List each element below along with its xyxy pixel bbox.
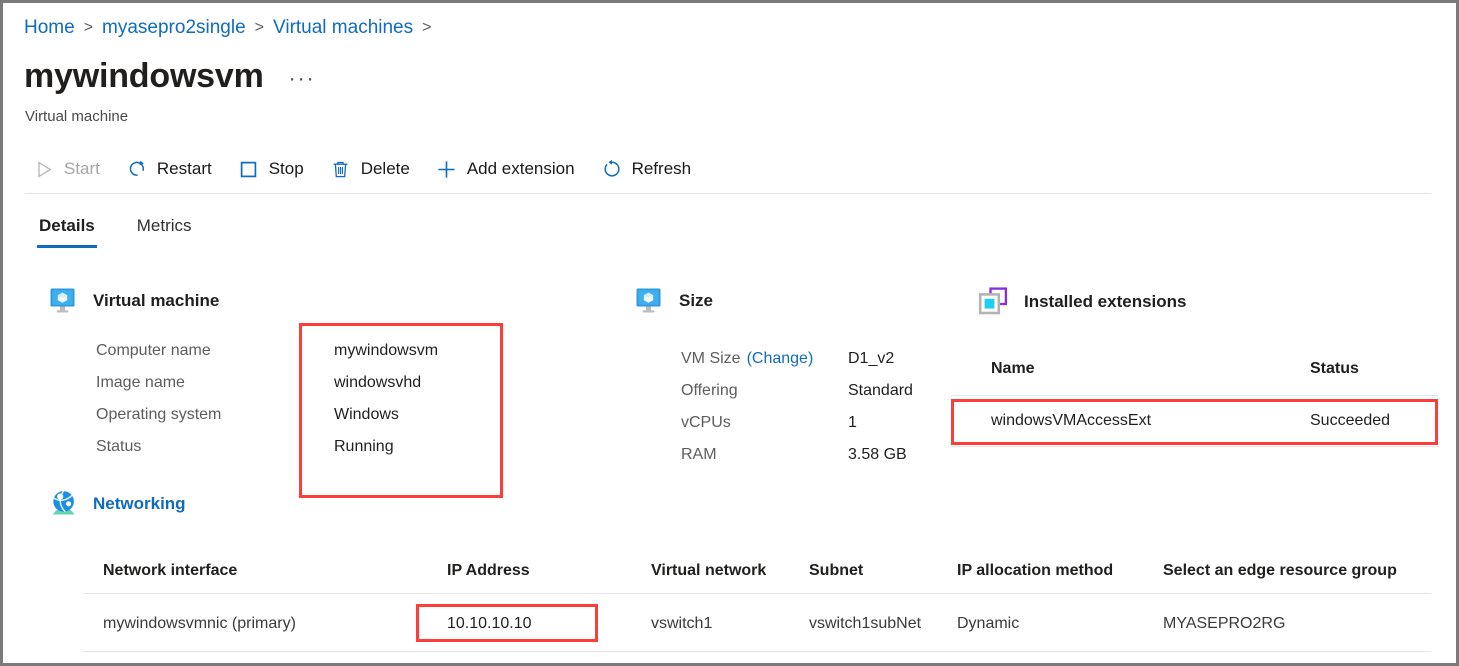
vm-monitor-icon [49, 287, 79, 315]
restart-button[interactable]: Restart [126, 152, 212, 186]
trash-icon [330, 158, 352, 180]
add-extension-button-label: Add extension [467, 159, 575, 179]
extensions-row-divider [951, 446, 1439, 447]
vm-value-status: Running [334, 431, 394, 463]
refresh-button-label: Refresh [632, 159, 692, 179]
vm-monitor-icon [635, 287, 665, 315]
section-size-header: Size [635, 287, 713, 315]
vm-property-keys: Computer name Image name Operating syste… [96, 335, 221, 463]
networking-row-ip-allocation-method: Dynamic [957, 613, 1019, 635]
vm-property-values: mywindowsvm windowsvhd Windows Running [334, 335, 438, 463]
networking-column-network-interface: Network interface [103, 560, 237, 582]
extension-icon [978, 287, 1010, 317]
stop-icon [238, 158, 260, 180]
page-title: mywindowsvm [24, 55, 264, 97]
networking-column-ip-address: IP Address [447, 560, 530, 582]
delete-button[interactable]: Delete [330, 152, 410, 186]
breadcrumb-separator-icon: > [255, 17, 264, 39]
stop-button-label: Stop [269, 159, 304, 179]
section-networking-header: Networking [49, 489, 186, 519]
vm-key-computer-name: Computer name [96, 335, 211, 367]
size-value-vcpus: 1 [848, 407, 857, 439]
refresh-button[interactable]: Refresh [601, 152, 692, 186]
networking-row-divider [83, 651, 1431, 652]
section-virtual-machine-header: Virtual machine [49, 287, 219, 315]
extensions-column-status: Status [1310, 358, 1359, 380]
vm-details-page: Home > myasepro2single > Virtual machine… [0, 0, 1459, 666]
section-extensions-header: Installed extensions [978, 287, 1187, 317]
refresh-icon [601, 158, 623, 180]
extensions-row-status: Succeeded [1310, 410, 1390, 432]
plus-icon [436, 158, 458, 180]
section-virtual-machine-title: Virtual machine [93, 290, 219, 312]
networking-row-virtual-network: vswitch1 [651, 613, 712, 635]
breadcrumb-item-myasepro2single[interactable]: myasepro2single [102, 17, 246, 39]
networking-column-edge-resource-group: Select an edge resource group [1163, 560, 1397, 582]
section-extensions-title: Installed extensions [1024, 291, 1187, 313]
size-key-offering: Offering [681, 375, 738, 407]
vm-key-image-name: Image name [96, 367, 185, 399]
networking-row-edge-resource-group: MYASEPRO2RG [1163, 613, 1285, 635]
tab-details[interactable]: Details [37, 211, 97, 248]
vm-value-computer-name: mywindowsvm [334, 335, 438, 367]
breadcrumb-item-home[interactable]: Home [24, 17, 75, 39]
delete-button-label: Delete [361, 159, 410, 179]
vm-value-operating-system: Windows [334, 399, 399, 431]
section-size-title: Size [679, 290, 713, 312]
tab-list: Details Metrics [37, 211, 232, 248]
breadcrumb: Home > myasepro2single > Virtual machine… [24, 17, 440, 39]
networking-row-network-interface: mywindowsvmnic (primary) [103, 613, 296, 635]
change-size-link[interactable]: (Change) [747, 343, 814, 375]
networking-column-virtual-network: Virtual network [651, 560, 766, 582]
networking-column-ip-allocation-method: IP allocation method [957, 560, 1113, 582]
size-key-vcpus: vCPUs [681, 407, 731, 439]
extensions-row-name: windowsVMAccessExt [991, 410, 1151, 432]
breadcrumb-item-virtual-machines[interactable]: Virtual machines [273, 17, 413, 39]
size-value-ram: 3.58 GB [848, 439, 907, 471]
restart-button-label: Restart [157, 159, 212, 179]
add-extension-button[interactable]: Add extension [436, 152, 575, 186]
size-property-keys: VM Size (Change) Offering vCPUs RAM [681, 343, 813, 471]
vm-key-operating-system: Operating system [96, 399, 221, 431]
page-subtitle: Virtual machine [25, 107, 128, 127]
size-key-vm-size: VM Size [681, 343, 741, 375]
size-key-ram: RAM [681, 439, 717, 471]
size-value-offering: Standard [848, 375, 913, 407]
tab-metrics[interactable]: Metrics [135, 211, 194, 248]
size-property-values: D1_v2 Standard 1 3.58 GB [848, 343, 913, 471]
play-icon [33, 158, 55, 180]
command-bar-divider [25, 193, 1431, 194]
stop-button[interactable]: Stop [238, 152, 304, 186]
vm-key-status: Status [96, 431, 141, 463]
size-value-vm-size: D1_v2 [848, 343, 894, 375]
networking-row-subnet: vswitch1subNet [809, 613, 921, 635]
breadcrumb-separator-icon: > [422, 17, 431, 39]
page-header: mywindowsvm ··· [24, 55, 316, 97]
start-button-label: Start [64, 159, 100, 179]
start-button[interactable]: Start [33, 152, 100, 186]
networking-row-ip-address: 10.10.10.10 [447, 613, 532, 635]
breadcrumb-separator-icon: > [84, 17, 93, 39]
globe-icon [49, 489, 79, 519]
extensions-header-divider [951, 395, 1439, 396]
restart-icon [126, 158, 148, 180]
more-options-icon[interactable]: ··· [289, 69, 316, 89]
networking-column-subnet: Subnet [809, 560, 863, 582]
vm-value-image-name: windowsvhd [334, 367, 421, 399]
networking-header-divider [83, 593, 1431, 594]
section-networking-title[interactable]: Networking [93, 493, 186, 515]
command-bar: Start Restart Stop [33, 151, 717, 187]
extensions-column-name: Name [991, 358, 1035, 380]
